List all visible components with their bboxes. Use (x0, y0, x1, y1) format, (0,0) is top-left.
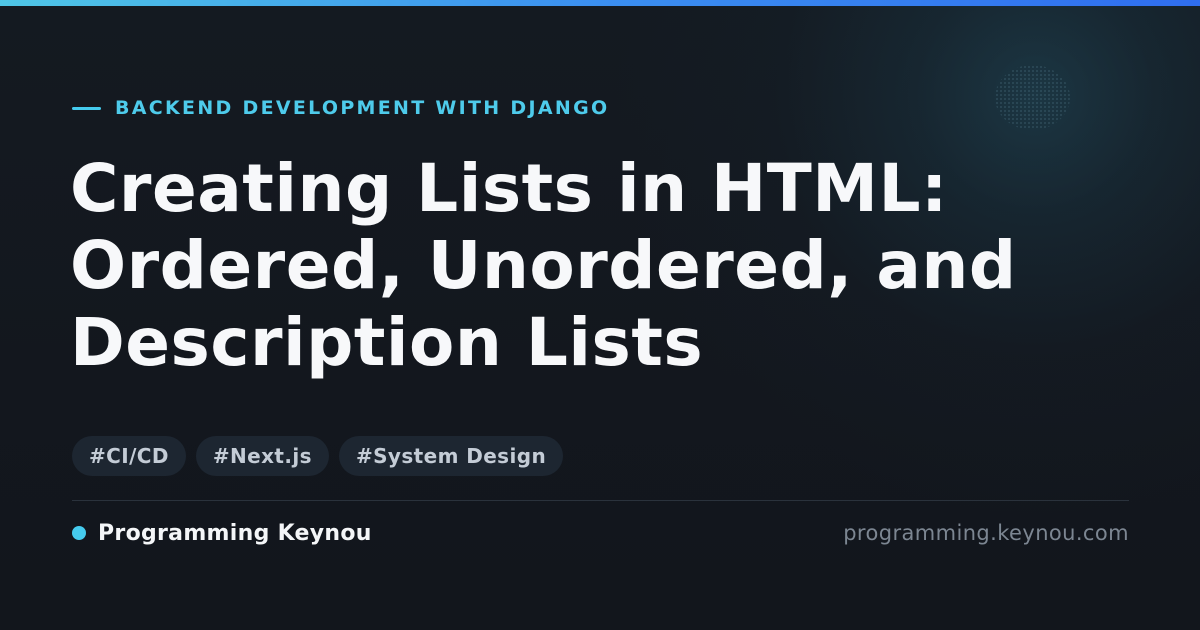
category-label: BACKEND DEVELOPMENT WITH DJANGO (72, 95, 609, 121)
category-dash-icon (72, 106, 101, 110)
title-line-3: Description Lists (70, 304, 704, 381)
title-line-2: Ordered, Unordered, and (70, 227, 1017, 304)
brand: Programming Keynou (72, 518, 372, 548)
tag-list: #CI/CD #Next.js #System Design (72, 436, 564, 476)
tag-nextjs: #Next.js (195, 436, 329, 476)
title-line-1: Creating Lists in HTML: (70, 150, 948, 227)
brand-name: Programming Keynou (98, 520, 372, 546)
decorative-dot-pattern (995, 65, 1070, 130)
brand-dot-icon (72, 526, 86, 540)
category-text: BACKEND DEVELOPMENT WITH DJANGO (115, 97, 610, 119)
page-title: Creating Lists in HTML: Ordered, Unorder… (70, 150, 1150, 381)
top-accent-bar (0, 0, 1200, 6)
site-url: programming.keynou.com (843, 521, 1129, 545)
tag-ci-cd: #CI/CD (72, 436, 186, 476)
footer-divider (72, 500, 1129, 501)
social-preview-card: BACKEND DEVELOPMENT WITH DJANGO Creating… (0, 0, 1200, 630)
tag-system-design: #System Design (338, 436, 564, 476)
